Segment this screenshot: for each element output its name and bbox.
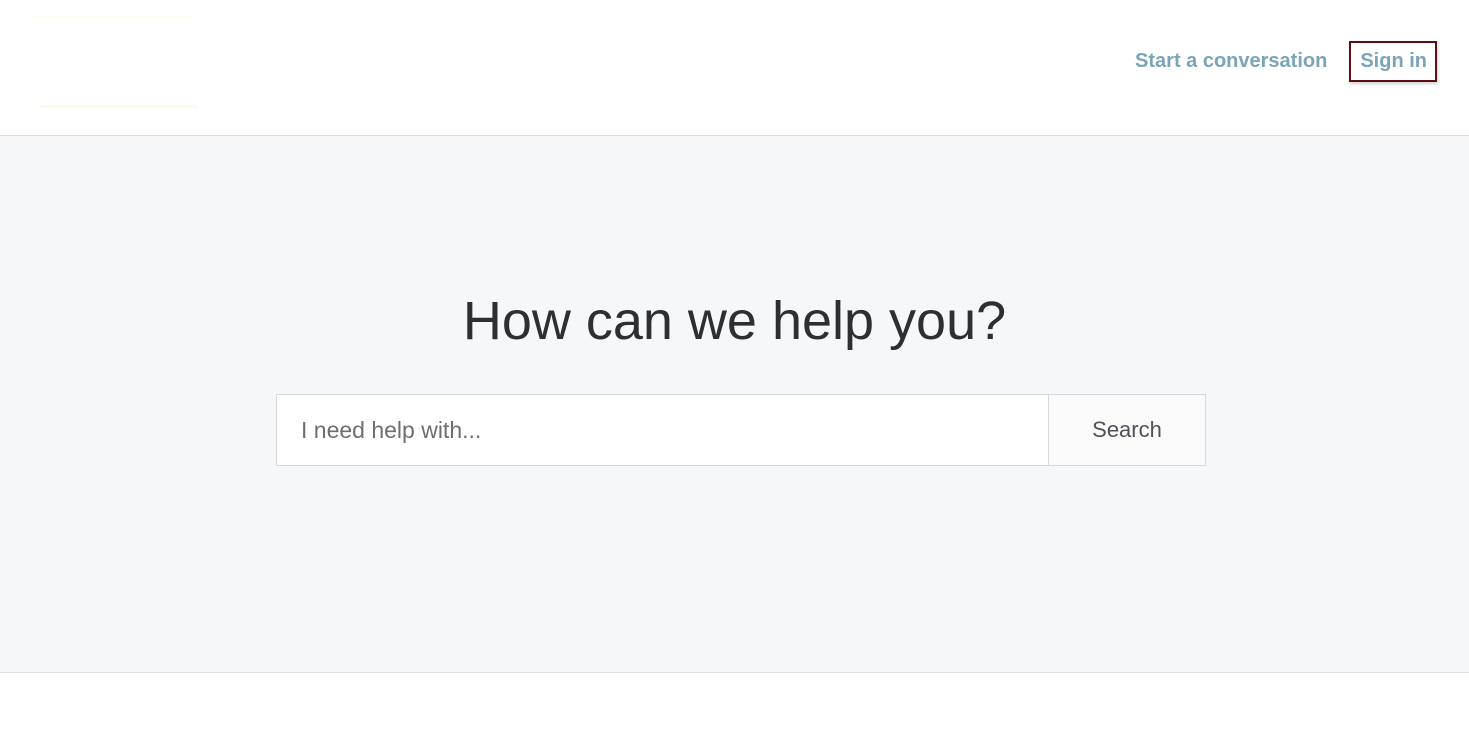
- start-conversation-link[interactable]: Start a conversation: [1135, 50, 1327, 73]
- header-nav: Start a conversation Sign in: [1135, 41, 1437, 82]
- search-input[interactable]: [276, 394, 1048, 466]
- hero-section: How can we help you? Search: [0, 136, 1469, 673]
- page-title: How can we help you?: [462, 291, 1007, 351]
- site-logo[interactable]: [34, 14, 199, 110]
- sign-in-link[interactable]: Sign in: [1349, 41, 1437, 82]
- site-header: Start a conversation Sign in: [0, 0, 1469, 136]
- search-button[interactable]: Search: [1048, 394, 1206, 466]
- logo-top-line: [34, 16, 194, 18]
- page-footer: [0, 673, 1469, 751]
- search-form: Search: [276, 394, 1206, 466]
- logo-bottom-line: [40, 105, 198, 108]
